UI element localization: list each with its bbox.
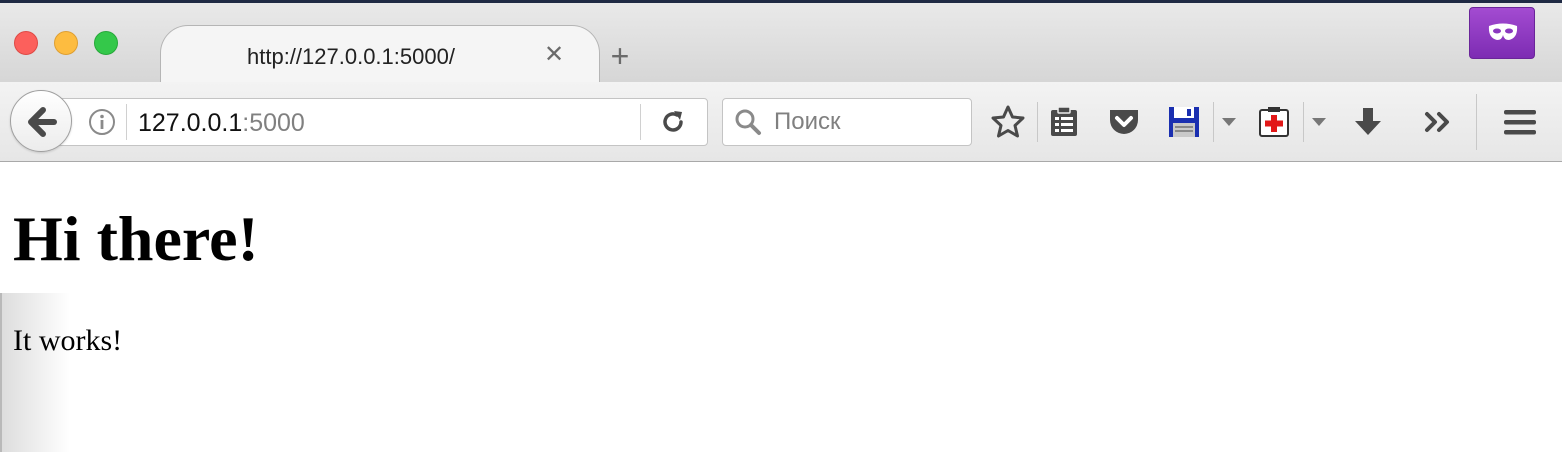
search-icon	[735, 109, 761, 135]
url-bar-divider	[126, 104, 127, 140]
active-tab[interactable]: http://127.0.0.1:5000/ ✕	[160, 25, 600, 87]
private-browsing-mask-icon[interactable]	[1469, 7, 1535, 59]
page-edge-shadow	[0, 293, 70, 452]
url-host: 127.0.0.1	[138, 109, 243, 137]
chevron-down-icon[interactable]	[1312, 118, 1326, 126]
chevron-down-icon[interactable]	[1222, 118, 1236, 126]
floppy-disk-icon[interactable]	[1166, 104, 1202, 140]
reload-icon[interactable]	[660, 109, 686, 135]
toolbar-divider	[1476, 94, 1477, 150]
title-bar: http://127.0.0.1:5000/ ✕ +	[0, 0, 1562, 87]
page-heading: Hi there!	[13, 203, 259, 274]
search-input[interactable]	[774, 106, 964, 138]
double-chevron-icon[interactable]	[1422, 104, 1458, 140]
page-paragraph: It works!	[13, 324, 123, 357]
arrow-left-icon	[28, 107, 57, 137]
url-text[interactable]: 127.0.0.1:5000	[138, 108, 305, 138]
window-maximize-button[interactable]	[94, 31, 118, 55]
info-icon[interactable]	[88, 108, 116, 136]
window-close-button[interactable]	[14, 31, 38, 55]
toolbar-divider	[1303, 102, 1304, 142]
new-tab-button[interactable]: +	[606, 40, 634, 73]
url-bar-divider	[640, 104, 641, 140]
download-arrow-icon[interactable]	[1350, 104, 1386, 140]
toolbar-divider	[1213, 102, 1214, 142]
tab-title: http://127.0.0.1:5000/	[247, 44, 455, 69]
star-icon[interactable]	[990, 104, 1026, 140]
navigation-toolbar: 127.0.0.1:5000	[0, 82, 1562, 162]
hamburger-menu-icon[interactable]	[1502, 104, 1538, 140]
medical-cross-icon[interactable]	[1256, 104, 1292, 140]
url-port: :5000	[242, 109, 305, 137]
page-edge-line	[0, 293, 2, 452]
window-minimize-button[interactable]	[54, 31, 78, 55]
back-button[interactable]	[10, 90, 72, 152]
toolbar-divider	[1037, 102, 1038, 142]
page-content: Hi there! It works!	[0, 163, 1562, 452]
clipboard-icon[interactable]	[1046, 104, 1082, 140]
tab-close-icon[interactable]: ✕	[541, 40, 567, 70]
pocket-icon[interactable]	[1106, 104, 1142, 140]
